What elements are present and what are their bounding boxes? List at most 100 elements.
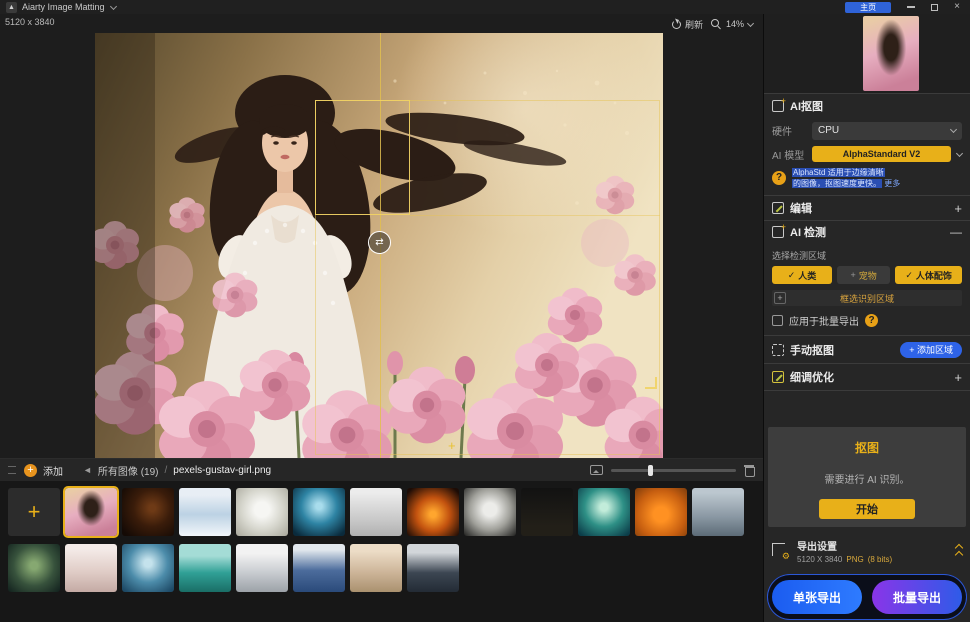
finetune-icon [772,371,784,383]
help-icon[interactable]: ? [772,171,786,185]
thumbnail-add-image[interactable] [8,488,60,536]
thumbnail-teal-car[interactable] [179,544,231,592]
thumbnail-row-1 [8,488,755,536]
collapse-icon[interactable]: — [950,225,962,239]
check-icon: ✓ [788,270,796,281]
thumbnail-size-icon[interactable] [590,465,603,475]
zoom-control[interactable]: 14% [711,19,753,30]
thumbnail-fire-dancer[interactable] [407,488,459,536]
check-icon: ✓ [905,270,913,281]
thumbnail-dandelion[interactable] [236,488,288,536]
crop-corner-mark [645,377,657,389]
canvas-area[interactable]: 5120 x 3840 刷新 14% [0,14,763,458]
thumbnail-teal-hair-woman[interactable] [578,488,630,536]
apply-batch-checkbox[interactable] [772,315,783,326]
export-actions: 单张导出 批量导出 [768,575,966,619]
model-label: AI 模型 [772,147,806,162]
thumbnail-size-slider[interactable] [611,464,736,476]
thumbnail-white-sculpture[interactable] [464,488,516,536]
slider-track [611,469,736,472]
option-accessory[interactable]: ✓ 人体配饰 [895,266,962,284]
chevron-down-icon[interactable] [956,149,963,156]
batch-export-button[interactable]: 批量导出 [872,580,962,614]
export-bit-depth: (8 bits) [868,555,892,564]
chevron-down-icon [747,19,754,26]
detect-options: ✓ 人类 + 宠物 ✓ 人体配饰 [764,264,970,286]
thumbnail-denim-woman[interactable] [293,544,345,592]
panel-handle-icon[interactable] [8,466,16,474]
edit-add-icon[interactable]: + [954,201,962,216]
thumbnail-orange-jacket[interactable] [635,488,687,536]
expand-up-icon[interactable] [956,545,962,558]
export-settings-title: 导出设置 [797,538,892,553]
add-region-button[interactable]: + 添加区域 [900,342,962,358]
app-title: Aiarty Image Matting [22,2,105,12]
zoom-value: 14% [726,19,744,29]
export-resolution: 5120 X 3840 [797,555,842,564]
thumbnail-forest-portrait[interactable] [8,544,60,592]
apply-batch-row: 应用于批量导出 ? [764,306,970,336]
add-image-label[interactable]: 添加 [43,463,63,478]
model-description-row: ? AlphaStd 适用于边缘清晰 的图像，抠图速度更快。 更多 [764,165,970,196]
manual-matting-header[interactable]: 手动抠图 + 添加区域 [764,336,970,364]
option-pet[interactable]: + 宠物 [837,266,890,284]
thumbnail-sea-woman[interactable] [692,488,744,536]
back-arrow-icon[interactable]: ◄ [83,465,92,475]
close-icon[interactable]: × [954,2,960,12]
thumbnail-dark-artwork[interactable] [521,488,573,536]
image-preview[interactable] [863,16,919,91]
title-menu-chevron-icon[interactable] [110,2,117,9]
model-select[interactable]: AlphaStandard V2 [812,146,951,162]
export-summary: 5120 X 3840 PNG (8 bits) [797,555,892,564]
breadcrumb-all-images[interactable]: 所有图像 (19) [98,463,159,478]
thumbnail-jellyfish[interactable] [293,488,345,536]
thumbnail-dark-coat-figure[interactable] [407,544,459,592]
sidebar: AI抠图 硬件 CPU AI 模型 AlphaStandard V2 ? Alp… [763,14,970,622]
hardware-select[interactable]: CPU [812,122,962,140]
chevron-down-icon [950,126,957,133]
export-settings-row[interactable]: 导出设置 5120 X 3840 PNG (8 bits) [764,527,970,567]
thumbnail-skier[interactable] [179,488,231,536]
thumbnail-pale-portrait[interactable] [65,544,117,592]
thumbnail-sunset-silhouette[interactable] [122,488,174,536]
window-controls: × [907,2,960,12]
compare-slider-handle[interactable]: ⇄ [368,231,391,254]
thumbnail-beige-sweater[interactable] [350,544,402,592]
thumbnail-grid [0,481,763,592]
detect-region-label: 选择检测区域 [764,243,970,264]
minimize-icon[interactable] [907,6,915,8]
status-title: 抠图 [855,439,879,456]
learn-more-link[interactable]: 更多 [884,179,900,188]
single-export-button[interactable]: 单张导出 [772,580,862,614]
ai-detect-panel-header[interactable]: AI 检测 — [764,221,970,243]
help-icon[interactable]: ? [865,314,878,327]
thumbnail-row-2 [8,544,755,592]
box-select-label: 框选识别区域 [772,292,962,305]
thumbnail-silver-car[interactable] [236,544,288,592]
add-image-icon[interactable]: + [24,464,37,477]
ai-matting-panel-header[interactable]: AI抠图 [764,94,970,118]
thumbnail-dancers[interactable] [350,488,402,536]
thumbnail-girl-flowers[interactable] [65,488,117,536]
crop-cross-mark: + [448,438,456,453]
finetune-header[interactable]: 细调优化 + [764,364,970,391]
option-human[interactable]: ✓ 人类 [772,266,832,284]
maximize-icon[interactable] [931,4,938,11]
ai-matting-icon [772,100,784,112]
ai-detect-icon [772,226,784,238]
canvas-toolbar: 刷新 14% [672,16,753,32]
start-button[interactable]: 开始 [819,499,915,519]
thumbnail-blue-paint-woman[interactable] [122,544,174,592]
hardware-row: 硬件 CPU [764,118,970,143]
hardware-label: 硬件 [772,123,806,138]
home-button[interactable]: 主页 [845,2,891,13]
delete-image-icon[interactable] [744,464,755,476]
edit-panel-header[interactable]: 编辑 + [764,196,970,221]
slider-thumb[interactable] [648,465,653,476]
finetune-add-icon[interactable]: + [954,370,962,385]
box-select-row[interactable]: + 框选识别区域 [772,290,962,306]
refresh-button[interactable]: 刷新 [672,18,703,31]
face-detection-rect[interactable] [315,100,410,215]
model-description: AlphaStd 适用于边缘清晰 的图像，抠图速度更快。 更多 [792,167,962,189]
apply-batch-label: 应用于批量导出 [789,313,859,328]
